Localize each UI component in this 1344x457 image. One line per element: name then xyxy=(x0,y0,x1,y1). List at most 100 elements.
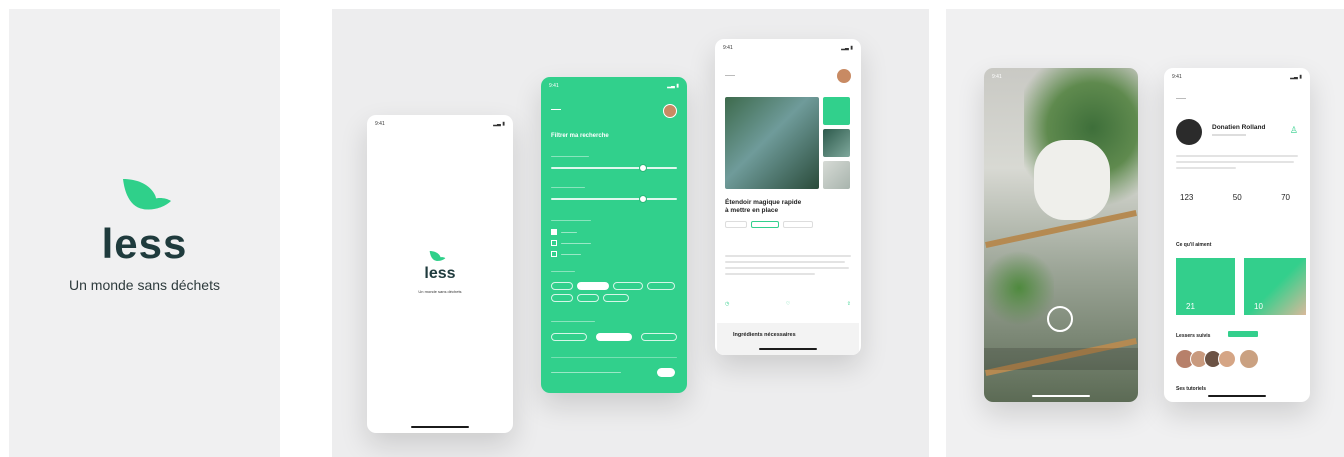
follow-icon[interactable]: ♙ xyxy=(1290,125,1298,136)
label-line xyxy=(551,271,575,272)
desc-line xyxy=(725,255,851,257)
back-arrow-icon[interactable] xyxy=(551,109,561,110)
slider-knob-2[interactable] xyxy=(639,195,647,203)
chip[interactable] xyxy=(647,282,675,290)
level-chip[interactable] xyxy=(551,333,587,341)
home-indicator xyxy=(411,425,469,428)
label-line xyxy=(551,156,589,157)
brand-panel: less Un monde sans déchets xyxy=(9,9,280,457)
thumb-photo[interactable] xyxy=(823,129,850,157)
action-row: ◷ ♡ ⇪ xyxy=(725,301,851,307)
label-line xyxy=(551,321,595,322)
bio-line xyxy=(1176,167,1236,169)
chip[interactable] xyxy=(603,294,629,302)
section-title-following: Lessers suivis xyxy=(1176,333,1211,339)
splash-name: less xyxy=(424,265,456,282)
checkbox-label xyxy=(561,254,581,255)
slider-track-2[interactable] xyxy=(551,198,677,200)
stat-value: 50 xyxy=(1232,193,1242,202)
card-count: 21 xyxy=(1186,302,1195,311)
tag xyxy=(725,221,747,228)
leaf-icon xyxy=(123,179,171,210)
chip[interactable] xyxy=(577,294,599,302)
camera-phone: 9:41 xyxy=(984,68,1138,402)
home-indicator xyxy=(1208,394,1266,397)
back-arrow-icon[interactable] xyxy=(725,75,735,76)
shutter-button[interactable] xyxy=(1047,306,1073,332)
status-time: 9:41 xyxy=(723,45,733,51)
chip[interactable] xyxy=(551,282,573,290)
detail-title-2: à mettre en place xyxy=(725,207,779,214)
plant-area xyxy=(984,248,1054,328)
checkbox-label xyxy=(561,243,591,244)
ingredients-card xyxy=(717,323,859,355)
thumb-green[interactable] xyxy=(823,97,850,125)
checkbox-2[interactable] xyxy=(551,240,557,246)
checkbox-3[interactable] xyxy=(551,251,557,257)
leaf-icon xyxy=(429,250,446,261)
avatar[interactable] xyxy=(663,104,677,118)
filter-title: Filtrer ma recherche xyxy=(551,133,609,139)
heart-icon[interactable]: ♡ xyxy=(786,301,790,307)
share-icon[interactable]: ⇪ xyxy=(847,301,851,307)
status-icons: ▂▃ ▮ xyxy=(667,83,679,89)
level-chip-selected[interactable] xyxy=(596,333,632,341)
home-indicator xyxy=(1032,394,1090,397)
slider-knob-1[interactable] xyxy=(639,164,647,172)
detail-title-1: Étendoir magique rapide xyxy=(725,199,802,206)
level-chip[interactable] xyxy=(641,333,677,341)
status-time: 9:41 xyxy=(992,74,1002,80)
screens-panel: 9:41 ▂▃ ▮ less Un monde sans déchets 9:41… xyxy=(332,9,929,457)
chip[interactable] xyxy=(551,294,573,302)
toggle-switch[interactable] xyxy=(657,368,675,377)
toggle-label xyxy=(551,372,621,373)
badge xyxy=(1228,331,1258,337)
chip-selected[interactable] xyxy=(577,282,609,290)
slider-track-1[interactable] xyxy=(551,167,677,169)
desc-line xyxy=(725,261,845,263)
tag-selected xyxy=(751,221,779,228)
avatar[interactable] xyxy=(1218,350,1236,368)
splash-phone: 9:41 ▂▃ ▮ less Un monde sans déchets xyxy=(367,115,513,433)
section-title-tutorials: Ses tutoriels xyxy=(1176,386,1207,392)
label-line xyxy=(551,220,591,221)
liked-card[interactable] xyxy=(1176,258,1235,315)
avatar[interactable] xyxy=(837,69,851,83)
stats-row: 123 50 70 xyxy=(1180,193,1290,202)
chip[interactable] xyxy=(613,282,643,290)
checkbox-1[interactable] xyxy=(551,229,557,235)
filter-phone: 9:41 ▂▃ ▮ Filtrer ma recherche xyxy=(541,77,687,393)
status-time: 9:41 xyxy=(375,121,385,127)
avatar xyxy=(1176,119,1202,145)
bio-line xyxy=(1176,161,1294,163)
detail-phone: 9:41 ▂▃ ▮ Étendoir magique rapide à mettr… xyxy=(715,39,861,355)
back-arrow-icon[interactable] xyxy=(1176,98,1186,99)
splash-tagline: Un monde sans déchets xyxy=(418,289,462,294)
brand-tagline: Un monde sans déchets xyxy=(69,277,220,293)
card-count: 10 xyxy=(1254,302,1263,311)
tag xyxy=(783,221,813,228)
camera-toolbar xyxy=(984,348,1138,370)
ingredients-title: Ingrédients nécessaires xyxy=(733,332,796,338)
desc-line xyxy=(725,273,815,275)
stat-value: 123 xyxy=(1180,193,1194,202)
divider xyxy=(551,357,677,358)
status-icons: ▂▃ ▮ xyxy=(841,45,853,51)
followed-avatars[interactable] xyxy=(1176,350,1258,368)
brand-name: less xyxy=(101,220,188,267)
thumb-photo[interactable] xyxy=(823,161,850,189)
section-title-likes: Ce qu'il aiment xyxy=(1176,242,1212,248)
desc-line xyxy=(725,267,849,269)
status-time: 9:41 xyxy=(1172,74,1182,80)
checkbox-label xyxy=(561,232,577,233)
pot xyxy=(1034,140,1110,220)
profile-name: Donatien Rolland xyxy=(1212,124,1266,131)
screens-panel-2: 9:41 9:41 ▂▃ ▮ Donatien Rolland ♙ 123 50 … xyxy=(946,9,1344,457)
clock-icon: ◷ xyxy=(725,301,730,307)
hero-photo xyxy=(725,97,819,189)
label-line xyxy=(551,187,585,188)
status-time: 9:41 xyxy=(549,83,559,89)
avatar[interactable] xyxy=(1240,350,1258,368)
location-line xyxy=(1212,134,1246,136)
home-indicator xyxy=(759,347,817,350)
